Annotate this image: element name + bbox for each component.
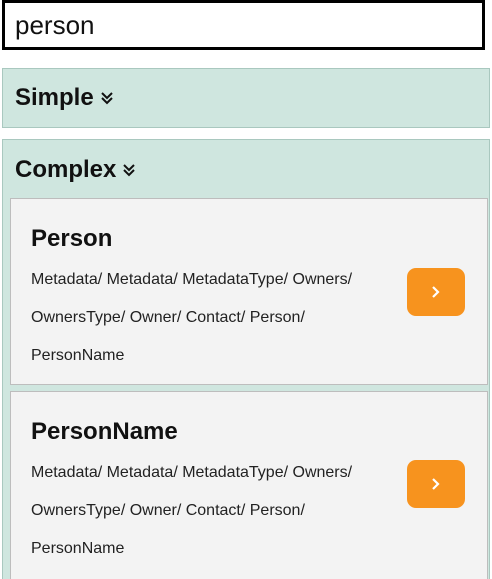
- section-simple-label: Simple: [15, 84, 94, 111]
- result-title: PersonName: [31, 418, 178, 445]
- result-title: Person: [31, 225, 113, 252]
- open-result-button[interactable]: [407, 460, 465, 508]
- result-card: Person Metadata/ Metadata/ MetadataType/…: [10, 198, 488, 385]
- section-simple[interactable]: Simple: [2, 68, 490, 128]
- double-chevron-down-icon: [122, 162, 136, 178]
- result-path: Metadata/ Metadata/ MetadataType/ Owners…: [31, 464, 353, 557]
- search-input[interactable]: [5, 3, 482, 47]
- chevron-right-icon: [432, 478, 440, 490]
- chevron-right-icon: [432, 286, 440, 298]
- result-card: PersonName Metadata/ Metadata/ MetadataT…: [10, 391, 488, 579]
- open-result-button[interactable]: [407, 268, 465, 316]
- section-complex-header[interactable]: Complex: [3, 140, 489, 200]
- double-chevron-down-icon: [100, 90, 114, 106]
- section-complex-label: Complex: [15, 156, 117, 183]
- search-box[interactable]: [2, 0, 485, 50]
- section-simple-header[interactable]: Simple: [3, 69, 489, 127]
- result-path: Metadata/ Metadata/ MetadataType/ Owners…: [31, 271, 353, 364]
